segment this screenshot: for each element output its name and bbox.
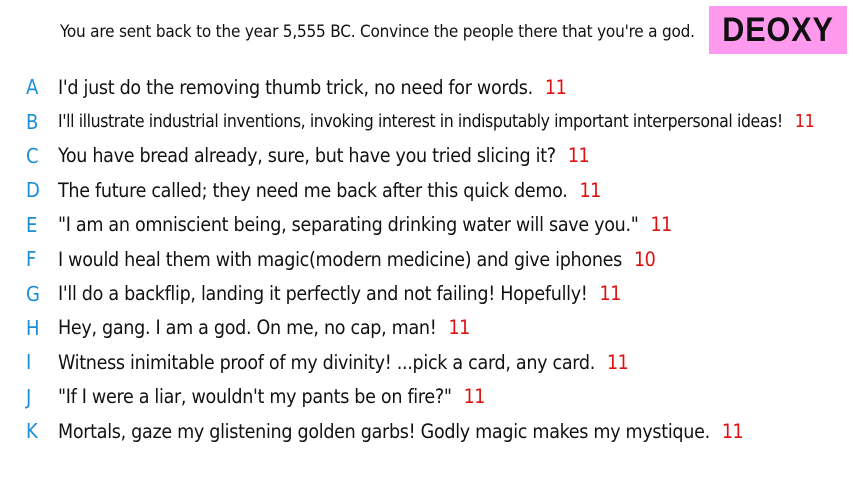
answer-letter: B (26, 109, 39, 134)
answer-text: "I am an omniscient being, separating dr… (58, 213, 639, 237)
answer-score: 11 (794, 111, 815, 133)
answer-letter: A (26, 75, 39, 100)
answer-row-b: B I'll illustrate industrial inventions,… (26, 104, 846, 138)
answer-score: 11 (448, 316, 470, 340)
answer-letter: J (26, 384, 32, 409)
answer-text: You have bread already, sure, but have y… (58, 144, 556, 168)
answer-score: 11 (606, 350, 629, 374)
answer-text: Mortals, gaze my glistening golden garbs… (58, 419, 710, 443)
answer-letter: H (26, 315, 40, 340)
answer-row-e: E "I am an omniscient being, separating … (26, 208, 846, 242)
answer-letter: C (26, 143, 39, 168)
answer-row-f: F I would heal them with magic(modern me… (26, 242, 846, 276)
answer-list: A I'd just do the removing thumb trick, … (26, 70, 846, 448)
answer-row-g: G I'll do a backflip, landing it perfect… (26, 276, 846, 310)
answer-text: I'd just do the removing thumb trick, no… (58, 75, 533, 99)
answer-text: I'll illustrate industrial inventions, i… (58, 111, 783, 132)
answer-row-a: A I'd just do the removing thumb trick, … (26, 70, 846, 104)
answer-text: I'll do a backflip, landing it perfectly… (58, 282, 588, 306)
answer-score: 11 (721, 419, 744, 443)
answer-row-j: J "If I were a liar, wouldn't my pants b… (26, 380, 846, 414)
answer-text: Witness inimitable proof of my divinity!… (58, 350, 595, 374)
answer-letter: F (26, 247, 37, 272)
answer-letter: D (26, 178, 40, 203)
answer-score: 11 (544, 75, 567, 99)
answer-text: The future called; they need me back aft… (58, 178, 568, 202)
answer-text: I would heal them with magic(modern medi… (58, 247, 622, 271)
answer-score: 11 (463, 385, 486, 409)
answer-row-d: D The future called; they need me back a… (26, 173, 846, 207)
answer-score: 11 (599, 282, 622, 306)
player-name: DEOXY (722, 10, 834, 49)
player-name-badge: DEOXY (709, 6, 847, 54)
answer-letter: K (26, 419, 38, 444)
question-prompt: You are sent back to the year 5,555 BC. … (60, 22, 695, 42)
answer-score: 10 (633, 247, 656, 271)
answer-letter: I (26, 350, 32, 375)
answer-row-h: H Hey, gang. I am a god. On me, no cap, … (26, 311, 846, 345)
answer-letter: E (26, 212, 38, 237)
answer-score: 11 (579, 178, 602, 202)
answer-score: 11 (650, 213, 672, 237)
answer-row-k: K Mortals, gaze my glistening golden gar… (26, 414, 846, 448)
answer-text: Hey, gang. I am a god. On me, no cap, ma… (58, 316, 437, 340)
answer-row-i: I Witness inimitable proof of my divinit… (26, 345, 846, 379)
answer-score: 11 (567, 144, 590, 168)
answer-letter: G (26, 281, 40, 306)
answer-text: "If I were a liar, wouldn't my pants be … (58, 385, 452, 409)
answer-row-c: C You have bread already, sure, but have… (26, 139, 846, 173)
